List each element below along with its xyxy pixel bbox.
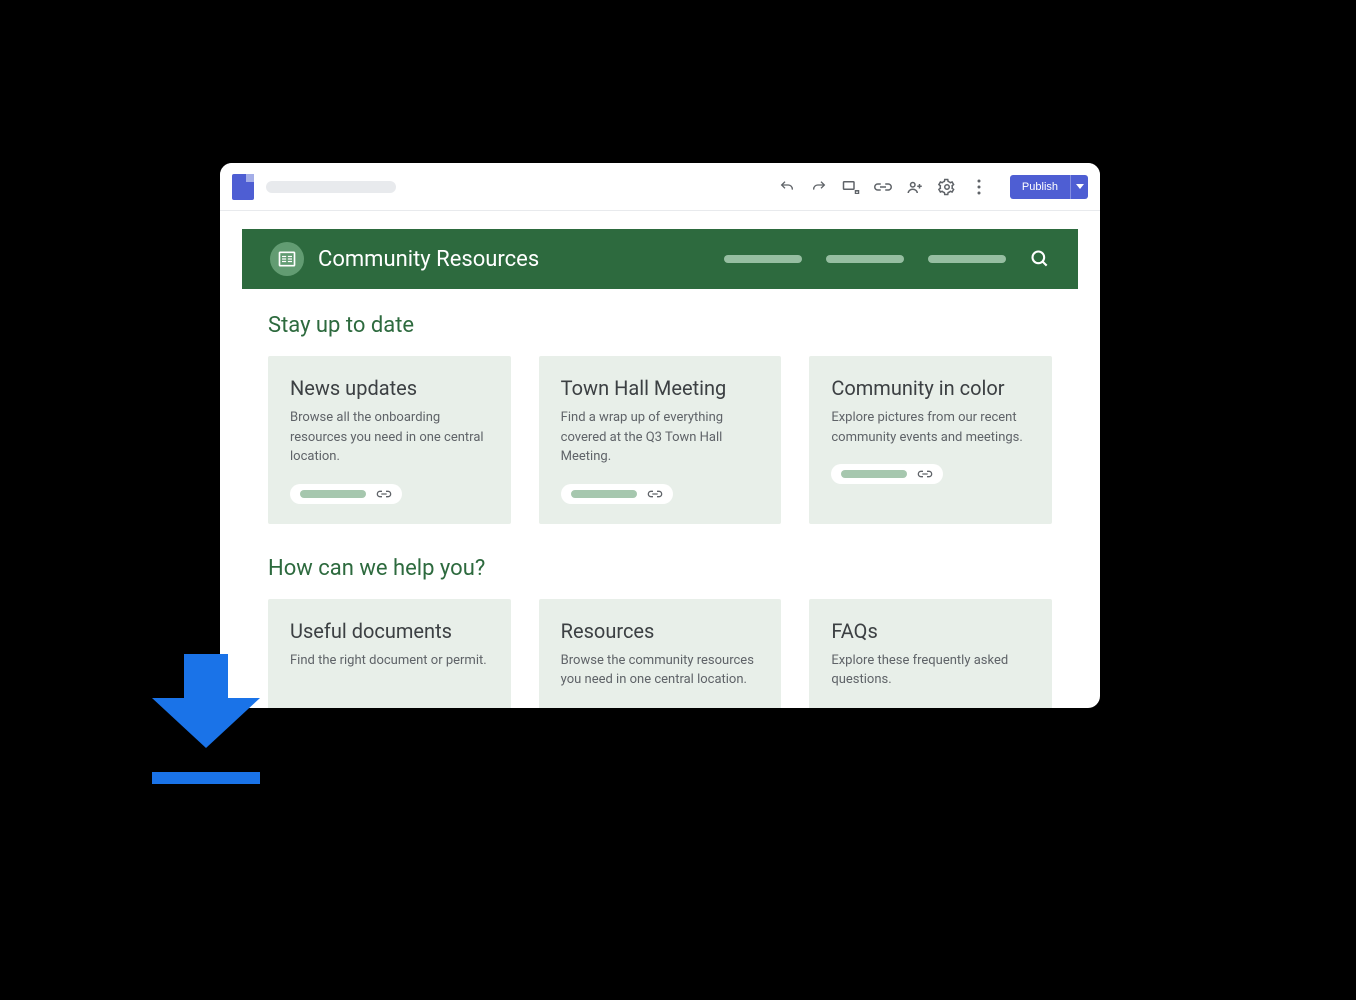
card-title: Community in color — [831, 376, 1030, 400]
card-desc: Find the right document or permit. — [290, 651, 489, 671]
publish-button-group: Publish — [1010, 175, 1088, 199]
section-title-stay: Stay up to date — [268, 313, 1052, 338]
search-icon[interactable] — [1030, 249, 1050, 269]
document-title-placeholder[interactable] — [266, 181, 396, 193]
sites-app-icon[interactable] — [232, 174, 254, 200]
site-title: Community Resources — [318, 247, 539, 272]
card-link-chip[interactable] — [290, 484, 402, 504]
download-base-bar — [152, 772, 260, 784]
card-faqs: FAQs Explore these frequently asked ques… — [809, 599, 1052, 709]
site-nav — [724, 249, 1050, 269]
more-icon[interactable] — [970, 178, 988, 196]
preview-icon[interactable] — [842, 178, 860, 196]
link-text-placeholder — [841, 470, 907, 478]
card-desc: Explore pictures from our recent communi… — [831, 408, 1030, 447]
share-icon[interactable] — [906, 178, 924, 196]
card-news-updates: News updates Browse all the onboarding r… — [268, 356, 511, 524]
card-link-chip[interactable] — [831, 464, 943, 484]
app-window: Publish Community Resources Stay up to d… — [220, 163, 1100, 708]
link-icon — [647, 489, 663, 499]
card-desc: Find a wrap up of everything covered at … — [561, 408, 760, 467]
redo-icon[interactable] — [810, 178, 828, 196]
card-title: Resources — [561, 619, 760, 643]
card-desc: Browse all the onboarding resources you … — [290, 408, 489, 467]
card-desc: Explore these frequently asked questions… — [831, 651, 1030, 690]
undo-icon[interactable] — [778, 178, 796, 196]
card-row-stay: News updates Browse all the onboarding r… — [268, 356, 1052, 524]
card-link-chip[interactable] — [561, 484, 673, 504]
card-title: Useful documents — [290, 619, 489, 643]
card-community-color: Community in color Explore pictures from… — [809, 356, 1052, 524]
card-useful-documents: Useful documents Find the right document… — [268, 599, 511, 709]
download-arrow-icon — [152, 654, 260, 784]
site-logo-icon — [270, 242, 304, 276]
card-title: News updates — [290, 376, 489, 400]
nav-item-3[interactable] — [928, 255, 1006, 263]
link-icon — [376, 489, 392, 499]
card-title: Town Hall Meeting — [561, 376, 760, 400]
card-desc: Browse the community resources you need … — [561, 651, 760, 690]
app-toolbar: Publish — [220, 163, 1100, 211]
link-icon[interactable] — [874, 178, 892, 196]
card-row-help: Useful documents Find the right document… — [268, 599, 1052, 709]
link-text-placeholder — [571, 490, 637, 498]
link-icon — [917, 469, 933, 479]
link-text-placeholder — [300, 490, 366, 498]
card-town-hall: Town Hall Meeting Find a wrap up of ever… — [539, 356, 782, 524]
nav-item-1[interactable] — [724, 255, 802, 263]
site-content: Stay up to date News updates Browse all … — [220, 289, 1100, 708]
section-title-help: How can we help you? — [268, 556, 1052, 581]
site-header: Community Resources — [242, 229, 1078, 289]
publish-dropdown-button[interactable] — [1070, 175, 1088, 199]
nav-item-2[interactable] — [826, 255, 904, 263]
card-title: FAQs — [831, 619, 1030, 643]
publish-button[interactable]: Publish — [1010, 175, 1070, 199]
toolbar-actions: Publish — [778, 175, 1088, 199]
settings-icon[interactable] — [938, 178, 956, 196]
card-resources: Resources Browse the community resources… — [539, 599, 782, 709]
